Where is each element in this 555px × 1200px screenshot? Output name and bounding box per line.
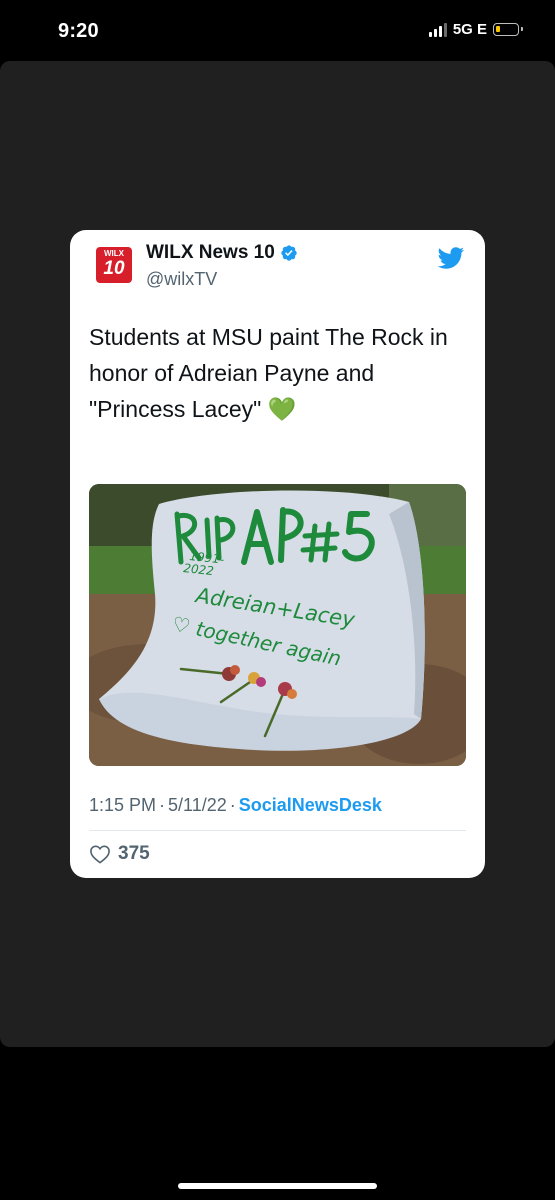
home-indicator[interactable] bbox=[178, 1183, 377, 1189]
twitter-bird-icon[interactable] bbox=[434, 244, 467, 272]
tweet-text: Students at MSU paint The Rock in honor … bbox=[89, 324, 448, 422]
display-name[interactable]: WILX News 10 bbox=[146, 242, 275, 264]
tweet-card[interactable]: WILX 10 WILX News 10 @wilxTV Students at… bbox=[70, 230, 485, 878]
cellular-signal-icon bbox=[428, 22, 447, 37]
tweet-time: 1:15 PM bbox=[89, 795, 157, 815]
like-button[interactable]: 375 bbox=[89, 843, 150, 865]
tweet-meta: 1:15 PM · 5/11/22 · SocialNewsDesk bbox=[89, 795, 382, 815]
handle[interactable]: @wilxTV bbox=[146, 269, 217, 290]
heart-icon bbox=[90, 845, 110, 864]
author-name-row[interactable]: WILX News 10 bbox=[146, 242, 298, 264]
divider bbox=[89, 830, 466, 831]
tweet-photo[interactable]: 1991- 2022 Adreian+Lacey ♡ together agai… bbox=[89, 484, 466, 766]
battery-icon bbox=[493, 23, 523, 36]
status-bar: 9:20 5G E bbox=[0, 0, 555, 60]
tweet-source-link[interactable]: SocialNewsDesk bbox=[239, 795, 382, 815]
network-type: 5G E bbox=[452, 21, 487, 38]
avatar[interactable]: WILX 10 bbox=[96, 247, 132, 283]
status-time: 9:20 bbox=[58, 20, 99, 42]
verified-badge-icon bbox=[281, 245, 297, 261]
like-count: 375 bbox=[118, 843, 150, 864]
tweet-date: 5/11/22 bbox=[168, 795, 227, 815]
painted-rock-photo: 1991- 2022 Adreian+Lacey ♡ together agai… bbox=[89, 484, 466, 766]
status-indicators: 5G E bbox=[428, 21, 523, 38]
avatar-number: 10 bbox=[103, 258, 125, 279]
